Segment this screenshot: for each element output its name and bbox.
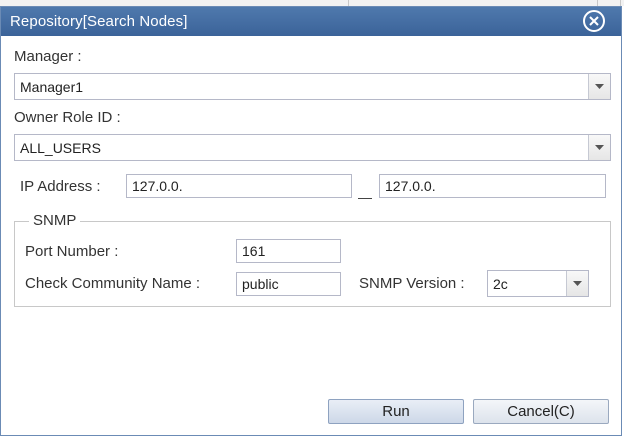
screen: Repository[Search Nodes] Manager : Manag… — [0, 0, 631, 438]
owner-role-select[interactable]: ALL_USERS — [14, 134, 611, 161]
ip-address-to-input[interactable]: 127.0.0. — [379, 174, 606, 198]
close-button[interactable] — [583, 10, 605, 32]
cancel-button[interactable]: Cancel(C) — [473, 399, 609, 424]
run-button[interactable]: Run — [328, 399, 464, 424]
range-separator — [358, 198, 372, 199]
manager-label: Manager : — [14, 48, 82, 65]
manager-select-value: Manager1 — [20, 79, 84, 95]
snmp-version-value: 2c — [493, 276, 508, 292]
community-name-label: Check Community Name : — [25, 275, 201, 292]
owner-role-dropdown-trigger[interactable] — [588, 135, 610, 160]
manager-dropdown-trigger[interactable] — [588, 74, 610, 99]
community-name-input[interactable]: public — [236, 272, 341, 296]
port-number-input[interactable]: 161 — [236, 239, 341, 263]
port-number-label: Port Number : — [25, 243, 119, 260]
ip-address-label: IP Address : — [20, 178, 101, 195]
dialog-titlebar[interactable]: Repository[Search Nodes] — [1, 7, 621, 36]
snmp-legend: SNMP — [29, 212, 81, 229]
owner-role-select-value: ALL_USERS — [20, 140, 101, 156]
ip-address-from-input[interactable]: 127.0.0. — [126, 174, 352, 198]
chevron-down-icon — [595, 84, 604, 89]
background-panel — [624, 0, 631, 438]
close-icon — [589, 16, 599, 26]
snmp-version-select[interactable]: 2c — [487, 270, 589, 297]
dialog-title: Repository[Search Nodes] — [10, 13, 188, 30]
search-nodes-dialog: Repository[Search Nodes] Manager : Manag… — [0, 6, 622, 436]
snmp-version-label: SNMP Version : — [359, 275, 465, 292]
manager-select[interactable]: Manager1 — [14, 73, 611, 100]
chevron-down-icon — [573, 281, 582, 286]
snmp-version-dropdown-trigger[interactable] — [566, 271, 588, 296]
owner-role-label: Owner Role ID : — [14, 109, 121, 126]
chevron-down-icon — [595, 145, 604, 150]
